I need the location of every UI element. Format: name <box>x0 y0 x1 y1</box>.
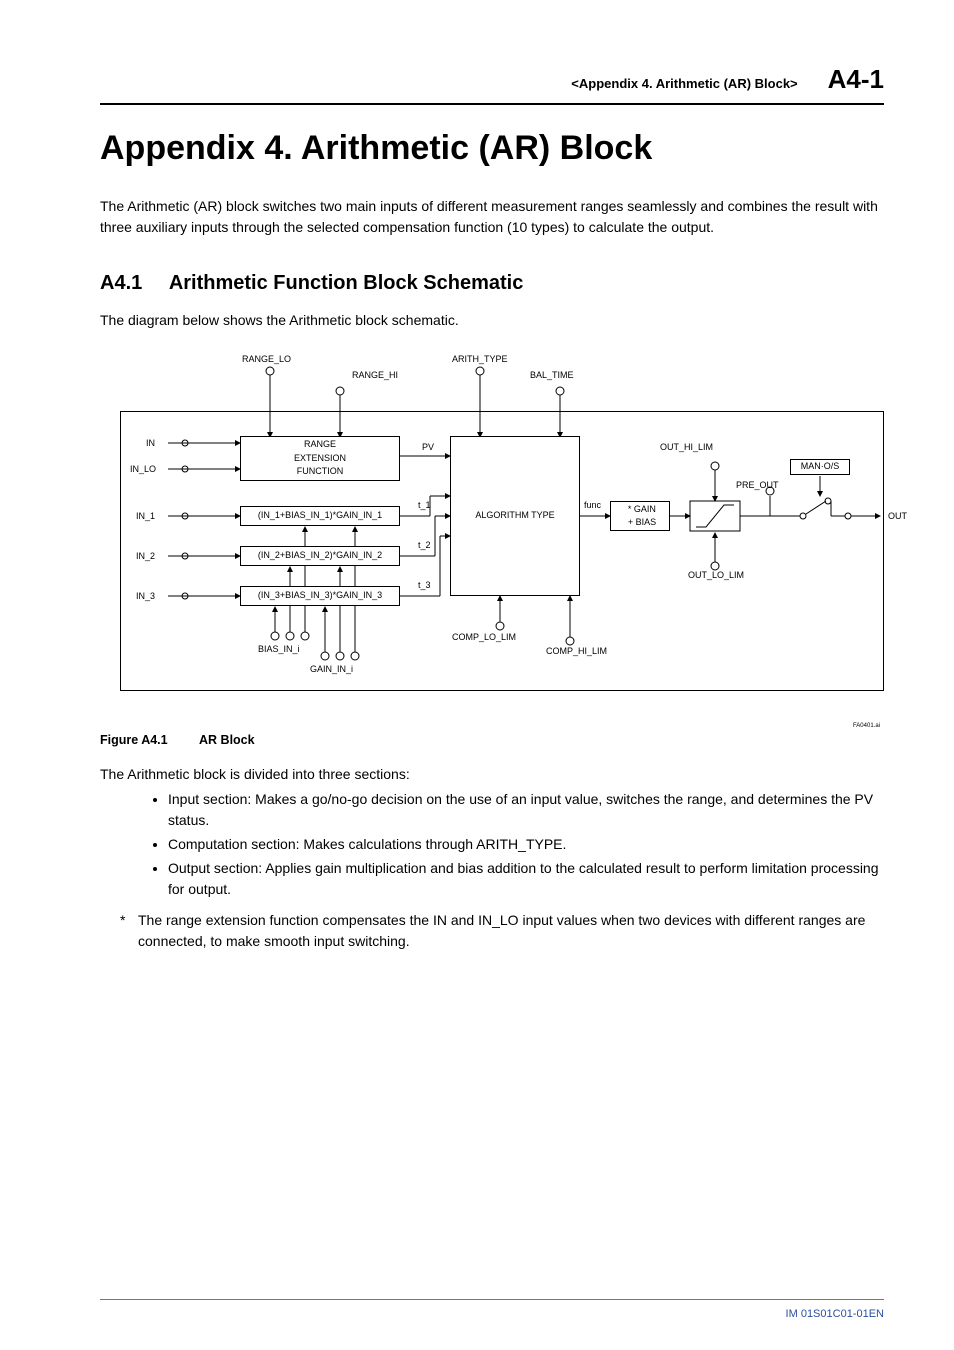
block-calc-3: (IN_3+BIAS_IN_3)*GAIN_IN_3 <box>240 586 400 606</box>
diagram-credit: FA0401.ai <box>853 722 880 731</box>
header-page-number: A4-1 <box>828 60 884 99</box>
page-header: <Appendix 4. Arithmetic (AR) Block> A4-1 <box>100 60 884 105</box>
figure-title: AR Block <box>199 733 255 747</box>
label-in-3: IN_3 <box>136 590 155 604</box>
label-comp-lo-lim: COMP_LO_LIM <box>452 631 516 645</box>
label-out-hi-lim: OUT_HI_LIM <box>660 441 713 455</box>
block-algorithm-type: ALGORITHM TYPE <box>450 436 580 596</box>
list-item: Input section: Makes a go/no-go decision… <box>168 789 884 831</box>
block-gain-bias: * GAIN + BIAS <box>610 501 670 531</box>
footnote-marker: * <box>120 910 138 952</box>
sections-list: Input section: Makes a go/no-go decision… <box>100 789 884 900</box>
block-man-os: MAN·O/S <box>790 459 850 475</box>
section-heading: A4.1 Arithmetic Function Block Schematic <box>100 268 884 298</box>
section-number: A4.1 <box>100 268 164 298</box>
label-out: OUT <box>888 510 907 524</box>
label-in-2: IN_2 <box>136 550 155 564</box>
page-title: Appendix 4. Arithmetic (AR) Block <box>100 123 884 174</box>
label-in: IN <box>146 437 155 451</box>
label-t3: t_3 <box>418 579 431 593</box>
label-pv: PV <box>422 441 434 455</box>
block-calc-1: (IN_1+BIAS_IN_1)*GAIN_IN_1 <box>240 506 400 526</box>
list-item: Computation section: Makes calculations … <box>168 834 884 855</box>
footnote: * The range extension function compensat… <box>100 910 884 952</box>
figure-caption: Figure A4.1 AR Block <box>100 731 884 750</box>
label-gain-in-i: GAIN_IN_i <box>310 663 353 677</box>
header-section-label: <Appendix 4. Arithmetic (AR) Block> <box>571 74 797 94</box>
label-arith-type: ARITH_TYPE <box>452 353 508 367</box>
label-bias-in-i: BIAS_IN_i <box>258 643 300 657</box>
label-func: func <box>584 499 601 513</box>
label-t1: t_1 <box>418 499 431 513</box>
footnote-text: The range extension function compensates… <box>138 910 884 952</box>
label-pre-out: PRE_OUT <box>736 479 779 493</box>
label-range-lo: RANGE_LO <box>242 353 291 367</box>
label-range-hi: RANGE_HI <box>352 369 398 383</box>
label-bal-time: BAL_TIME <box>530 369 574 383</box>
page-footer: IM 01S01C01-01EN <box>100 1299 884 1323</box>
block-range-extension: RANGE EXTENSION FUNCTION <box>240 436 400 481</box>
label-in-lo: IN_LO <box>130 463 156 477</box>
figure-number: Figure A4.1 <box>100 731 196 750</box>
label-t2: t_2 <box>418 539 431 553</box>
label-comp-hi-lim: COMP_HI_LIM <box>546 645 607 659</box>
ar-block-diagram: RANGE_LO RANGE_HI ARITH_TYPE BAL_TIME IN… <box>100 341 884 721</box>
list-item: Output section: Applies gain multiplicat… <box>168 858 884 900</box>
footer-doc-id: IM 01S01C01-01EN <box>786 1308 884 1320</box>
sections-intro: The Arithmetic block is divided into thr… <box>100 764 884 785</box>
label-out-lo-lim: OUT_LO_LIM <box>688 569 744 583</box>
block-calc-2: (IN_2+BIAS_IN_2)*GAIN_IN_2 <box>240 546 400 566</box>
intro-paragraph: The Arithmetic (AR) block switches two m… <box>100 196 884 238</box>
label-in-1: IN_1 <box>136 510 155 524</box>
section-title: Arithmetic Function Block Schematic <box>169 272 524 294</box>
section-caption: The diagram below shows the Arithmetic b… <box>100 310 884 331</box>
